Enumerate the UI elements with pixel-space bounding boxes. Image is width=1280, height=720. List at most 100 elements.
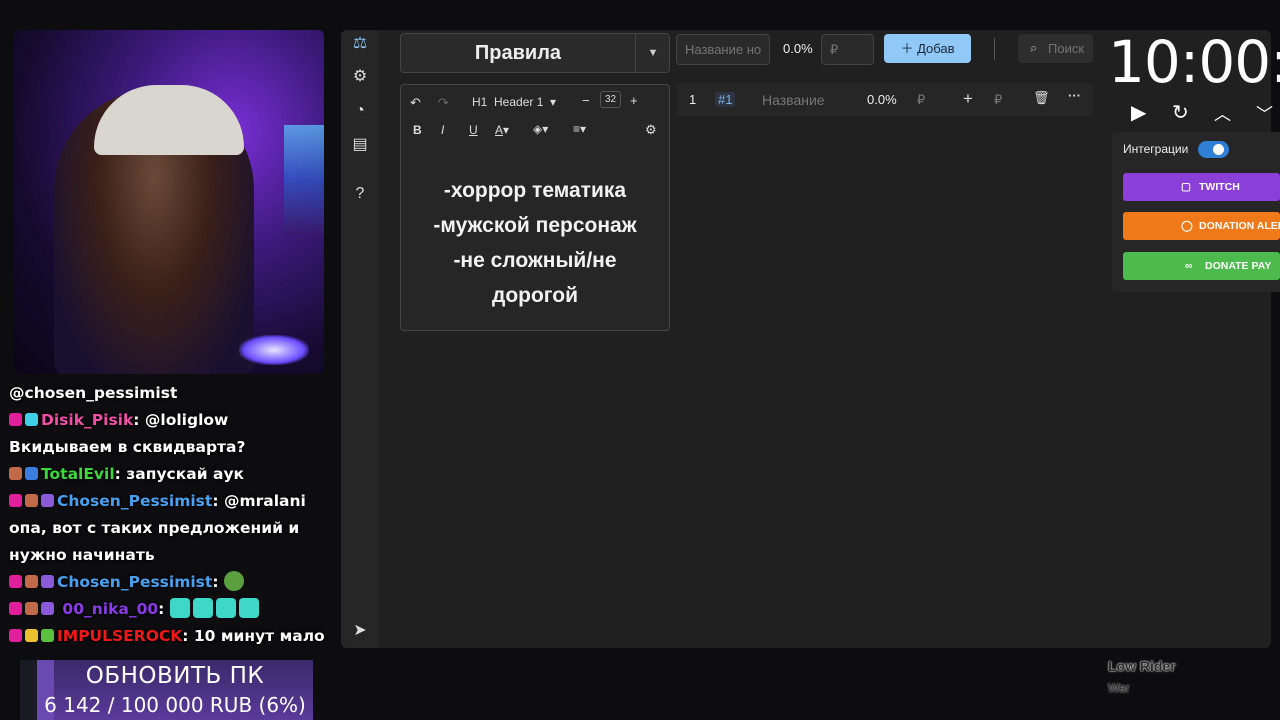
- goal-edge: [20, 660, 37, 720]
- timer-controls: ▶ ↻ ︿ ﹀: [1110, 0, 1280, 130]
- plus-icon: ＋: [900, 41, 914, 56]
- reset-icon[interactable]: ↻: [1172, 100, 1189, 125]
- frog-emote-icon: [223, 571, 244, 591]
- integrations-panel: Интеграции ▢TWITCH ◯DONATION ALERTS ∞DON…: [1112, 132, 1280, 292]
- cat-emote-icon: [192, 598, 213, 618]
- badge-icon: [41, 629, 54, 642]
- now-playing-artist: War: [1108, 681, 1130, 695]
- bold-icon[interactable]: B: [413, 123, 422, 137]
- add-lot-button[interactable]: ＋ Добав: [884, 34, 971, 63]
- sub-badge-icon: [9, 575, 22, 588]
- donation-goal: ОБНОВИТЬ ПК 6 142 / 100 000 RUB (6%): [37, 660, 313, 720]
- chat-username: Chosen_Pessimist: [57, 573, 213, 591]
- badge-icon: [9, 467, 22, 480]
- telegram-icon[interactable]: ➤: [350, 621, 370, 641]
- undo-icon[interactable]: ↶: [410, 95, 421, 111]
- donate-pay-button[interactable]: ∞ DONATE PAY: [1123, 252, 1280, 280]
- badge-icon: [41, 602, 54, 615]
- donation-alerts-button[interactable]: ◯DONATION ALERTS: [1123, 212, 1280, 240]
- pie-chart-icon[interactable]: ◔: [350, 101, 370, 121]
- rules-line: -мужской персонаж: [433, 214, 637, 237]
- chat-message: TotalEvil: запускай аук: [9, 461, 339, 488]
- sub-badge-icon: [9, 629, 22, 642]
- sidebar-rail: ⚖ ⚙ ◔ ▤ ? ➤: [341, 30, 378, 648]
- block-type-select[interactable]: H1 Header 1 ▾: [472, 95, 556, 109]
- badge-icon: [25, 494, 38, 507]
- chat-message: Chosen_Pessimist: @mralani: [9, 488, 339, 515]
- chevron-down-icon[interactable]: ▼: [635, 34, 670, 72]
- redo-icon[interactable]: ↷: [438, 95, 449, 111]
- font-size-increase-button[interactable]: +: [630, 93, 638, 108]
- underline-icon[interactable]: U: [469, 123, 478, 137]
- sub-badge-icon: [9, 602, 22, 615]
- star-badge-icon: [25, 629, 38, 642]
- cat-emote-icon: [238, 598, 259, 618]
- divider: [994, 38, 995, 60]
- sub-badge-icon: [9, 494, 22, 507]
- twitch-icon: ▢: [1181, 181, 1191, 193]
- chat-username: Disik_Pisik: [41, 411, 134, 429]
- amount-field[interactable]: ₽: [994, 92, 1002, 108]
- gavel-icon[interactable]: ⚖: [350, 34, 370, 54]
- rules-line: -не сложный/не дорогой: [453, 249, 617, 307]
- donation-alerts-icon: ◯: [1181, 220, 1193, 232]
- now-playing-title: Low Rider: [1108, 658, 1176, 674]
- rules-title: Правила: [474, 42, 562, 64]
- chat-message: Chosen_Pessimist:: [9, 569, 339, 596]
- webcam-feed: [14, 30, 324, 374]
- play-icon[interactable]: ▶: [1131, 100, 1146, 125]
- more-icon[interactable]: ···: [1068, 88, 1081, 103]
- align-icon[interactable]: ≡▾: [573, 122, 586, 136]
- gem-badge-icon: [25, 413, 38, 426]
- fill-color-icon[interactable]: ◈▾: [533, 122, 548, 136]
- lot-name-input[interactable]: [676, 34, 770, 65]
- rules-editor[interactable]: ↶ ↷ H1 Header 1 ▾ − 32 + B I U A▾ ◈▾ ≡▾ …: [400, 84, 670, 331]
- broadcaster-badge-icon: [41, 575, 54, 588]
- lot-id: #1: [715, 92, 736, 107]
- rules-title-select[interactable]: Правила ▼: [400, 33, 670, 73]
- chat-message: опа, вот с таких предложений и: [9, 519, 300, 537]
- broadcaster-badge-icon: [41, 494, 54, 507]
- chevron-down-icon[interactable]: ﹀: [1256, 100, 1273, 125]
- chat-username: Chosen_Pessimist: [57, 492, 213, 510]
- gear-icon[interactable]: ⚙: [645, 122, 657, 138]
- help-icon[interactable]: ?: [350, 184, 370, 204]
- lot-amount-input[interactable]: [821, 34, 874, 65]
- chevron-up-icon[interactable]: ︿: [1214, 100, 1231, 125]
- cat-emote-icon: [169, 598, 190, 618]
- add-amount-button[interactable]: +: [963, 89, 973, 109]
- integrations-toggle[interactable]: [1198, 141, 1229, 158]
- rules-line: -хоррор тематика: [443, 179, 627, 202]
- search-input[interactable]: ⌕: [1018, 34, 1093, 63]
- twitch-button[interactable]: ▢ TWITCH: [1123, 173, 1280, 201]
- chat-message: @chosen_pessimist: [9, 384, 178, 402]
- lot-percent: 0.0%: [783, 41, 813, 56]
- goal-title: ОБНОВИТЬ ПК: [85, 663, 265, 689]
- badge-icon: [25, 602, 38, 615]
- search-icon: ⌕: [1030, 40, 1038, 55]
- chat-message: нужно начинать: [9, 546, 155, 564]
- lot-row: 1 #1 Название 0.0% ₽ + ₽ 🗑 ···: [677, 83, 1093, 116]
- clipboard-icon[interactable]: ▤: [350, 135, 370, 155]
- italic-icon[interactable]: I: [441, 123, 444, 137]
- chat-overlay: @chosen_pessimist Disik_Pisik: @loliglow…: [9, 380, 339, 650]
- chat-message: 00_nika_00:: [9, 596, 339, 623]
- chat-message: Вкидываем в сквидварта?: [9, 438, 246, 456]
- gear-icon[interactable]: ⚙: [350, 67, 370, 87]
- chat-message: IMPULSEROCK: 10 минут мало: [9, 623, 339, 650]
- lot-percent: 0.0%: [867, 92, 897, 107]
- chat-username: TotalEvil: [41, 465, 115, 483]
- badge-icon: [25, 575, 38, 588]
- trash-icon[interactable]: 🗑: [1033, 90, 1050, 106]
- crown-badge-icon: [25, 467, 38, 480]
- lot-name-field[interactable]: Название: [762, 92, 825, 108]
- font-size-input[interactable]: 32: [600, 91, 622, 108]
- integrations-label: Интеграции: [1123, 142, 1189, 156]
- font-size-decrease-button[interactable]: −: [582, 93, 590, 108]
- chat-message: Disik_Pisik: @loliglow: [9, 407, 339, 434]
- cat-emote-icon: [215, 598, 236, 618]
- goal-progress-text: 6 142 / 100 000 RUB (6%): [44, 693, 306, 717]
- rules-content[interactable]: -хоррор тематика -мужской персонаж -не сло…: [401, 173, 669, 313]
- text-color-icon[interactable]: A▾: [495, 123, 509, 137]
- donate-pay-icon: ∞: [1185, 260, 1193, 272]
